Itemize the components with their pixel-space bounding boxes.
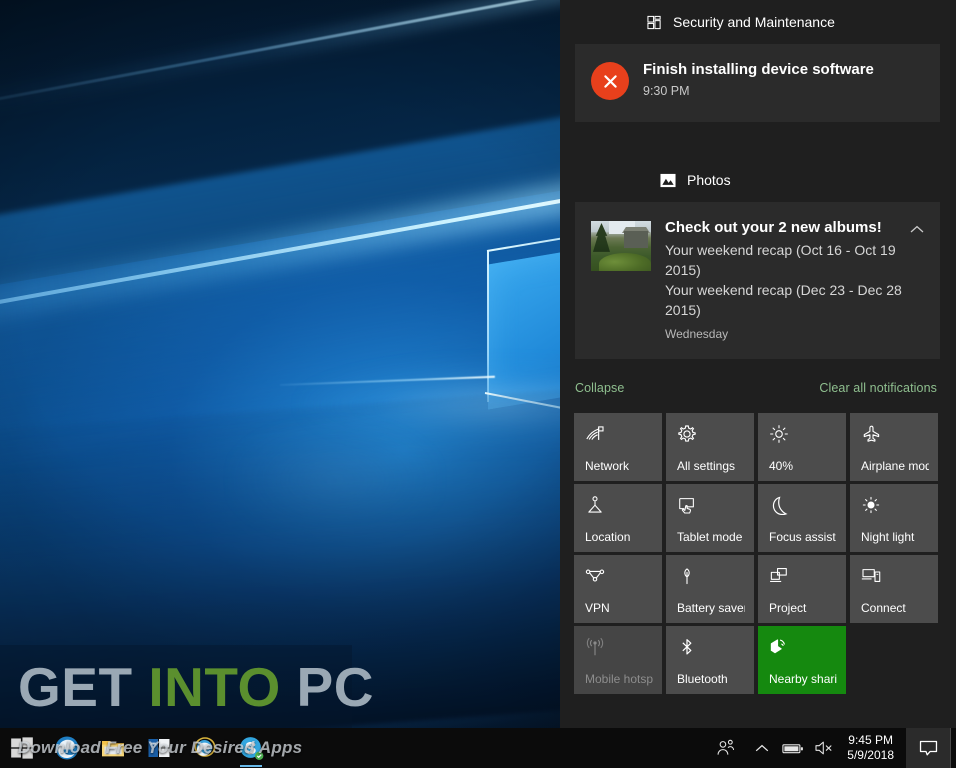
battery-leaf-icon (677, 566, 699, 588)
quick-action-empty-slot (850, 626, 938, 694)
battery-icon[interactable] (777, 728, 809, 768)
gear-icon (677, 424, 699, 446)
thumbnail-tree (593, 223, 610, 257)
notification-security-maintenance[interactable]: Finish installing device software 9:30 P… (575, 44, 940, 122)
quick-action-focus-assist[interactable]: Focus assist (758, 484, 846, 552)
notification-group-title: Photos (687, 172, 731, 188)
wifi-icon (585, 424, 607, 446)
moon-icon (769, 495, 791, 517)
notification-body: Finish installing device software 9:30 P… (643, 60, 926, 101)
vpn-icon (585, 566, 607, 588)
chevron-up-icon[interactable] (904, 216, 930, 242)
quick-action-bluetooth[interactable]: Bluetooth (666, 626, 754, 694)
quick-action-mobile-hotspot[interactable]: Mobile hotspot (574, 626, 662, 694)
quick-action-vpn[interactable]: VPN (574, 555, 662, 623)
quick-action-network[interactable]: Network (574, 413, 662, 481)
flag-grid-icon (646, 14, 662, 30)
quick-action-label: Project (769, 601, 837, 615)
thumbnail-bush (599, 253, 651, 271)
bluetooth-icon (677, 637, 699, 659)
skype-icon[interactable] (228, 728, 274, 768)
clock[interactable]: 9:45 PM 5/9/2018 (839, 728, 906, 768)
people-icon[interactable] (705, 728, 747, 768)
quick-action-nearby-sharing[interactable]: Nearby sharing (758, 626, 846, 694)
quick-action-label: VPN (585, 601, 653, 615)
quick-actions-grid: Network All settings 4 (560, 413, 956, 694)
office-store-icon[interactable] (136, 728, 182, 768)
thumbnail-house (624, 231, 648, 248)
quick-action-airplane-mode[interactable]: Airplane mode (850, 413, 938, 481)
screen: GET INTO PC Security and Maintenance (0, 0, 956, 768)
quick-action-label: Location (585, 530, 653, 544)
notification-photos[interactable]: Check out your 2 new albums! Your weeken… (575, 202, 940, 359)
error-circle-icon (591, 62, 629, 100)
getintopc-watermark: GET INTO PC (0, 645, 352, 728)
action-center-panel: Security and Maintenance Finish installi… (560, 0, 956, 728)
watermark-text: GET INTO PC (0, 655, 374, 719)
connect-icon (861, 566, 883, 588)
quick-action-label: Tablet mode (677, 530, 745, 544)
tablet-icon (677, 495, 699, 517)
quick-action-label: Focus assist (769, 530, 837, 544)
watermark-part-pc: PC (281, 656, 374, 718)
quick-action-label: Airplane mode (861, 459, 929, 473)
photo-thumbnail (591, 221, 651, 271)
quick-action-label: Connect (861, 601, 929, 615)
clear-all-notifications-link[interactable]: Clear all notifications (819, 381, 937, 395)
file-explorer-icon[interactable] (90, 728, 136, 768)
windows-start-icon[interactable] (0, 728, 44, 768)
hotspot-icon (585, 637, 607, 659)
collapse-link[interactable]: Collapse (575, 381, 624, 395)
quick-action-tablet-mode[interactable]: Tablet mode (666, 484, 754, 552)
notification-body: Check out your 2 new albums! Your weeken… (665, 218, 926, 341)
quick-action-label: Battery saver (677, 601, 745, 615)
quick-action-label: All settings (677, 459, 745, 473)
location-icon (585, 495, 607, 517)
quick-action-label: Bluetooth (677, 672, 745, 686)
quick-action-location[interactable]: Location (574, 484, 662, 552)
quick-action-label: Night light (861, 530, 929, 544)
quick-action-project[interactable]: Project (758, 555, 846, 623)
notification-title: Check out your 2 new albums! (665, 218, 926, 238)
project-icon (769, 566, 791, 588)
quick-action-label: Nearby sharing (769, 672, 837, 686)
watermark-part-into: INTO (148, 656, 280, 718)
taskbar-pinned-apps (0, 728, 274, 768)
notification-time: Wednesday (665, 327, 926, 341)
quick-action-label: 40% (769, 459, 837, 473)
notification-title: Finish installing device software (643, 60, 926, 80)
internet-explorer-icon[interactable] (182, 728, 228, 768)
quick-action-brightness[interactable]: 40% (758, 413, 846, 481)
quick-action-connect[interactable]: Connect (850, 555, 938, 623)
action-center-links: Collapse Clear all notifications (560, 381, 956, 395)
clock-time: 9:45 PM (848, 733, 893, 748)
quick-action-label: Mobile hotspot (585, 672, 653, 686)
quick-action-label: Network (585, 459, 653, 473)
nearby-sharing-icon (769, 637, 791, 659)
quick-action-all-settings[interactable]: All settings (666, 413, 754, 481)
brightness-icon (769, 424, 791, 446)
action-center-icon[interactable] (906, 728, 950, 768)
notification-group-header-photos: Photos (560, 158, 956, 202)
watermark-part-get: GET (18, 656, 148, 718)
quick-action-battery-saver[interactable]: Battery saver (666, 555, 754, 623)
notification-time: 9:30 PM (643, 82, 926, 101)
airplane-icon (861, 424, 883, 446)
volume-muted-icon[interactable] (809, 728, 839, 768)
notification-line-2: Your weekend recap (Dec 23 - Dec 28 2015… (665, 280, 926, 320)
notification-group-header-security: Security and Maintenance (560, 0, 956, 44)
quick-action-night-light[interactable]: Night light (850, 484, 938, 552)
night-light-icon (861, 495, 883, 517)
taskbar: Download Free Your Desired Apps (0, 728, 956, 768)
show-desktop-button[interactable] (950, 728, 956, 768)
notification-group-title: Security and Maintenance (673, 14, 835, 30)
edge-icon[interactable] (44, 728, 90, 768)
clock-date: 5/9/2018 (847, 748, 894, 763)
tray-chevron-up-icon[interactable] (747, 728, 777, 768)
notification-line-1: Your weekend recap (Oct 16 - Oct 19 2015… (665, 240, 926, 280)
picture-icon (660, 172, 676, 188)
wallpaper-vignette (0, 0, 560, 728)
system-tray: 9:45 PM 5/9/2018 (705, 728, 956, 768)
desktop-wallpaper[interactable] (0, 0, 560, 728)
